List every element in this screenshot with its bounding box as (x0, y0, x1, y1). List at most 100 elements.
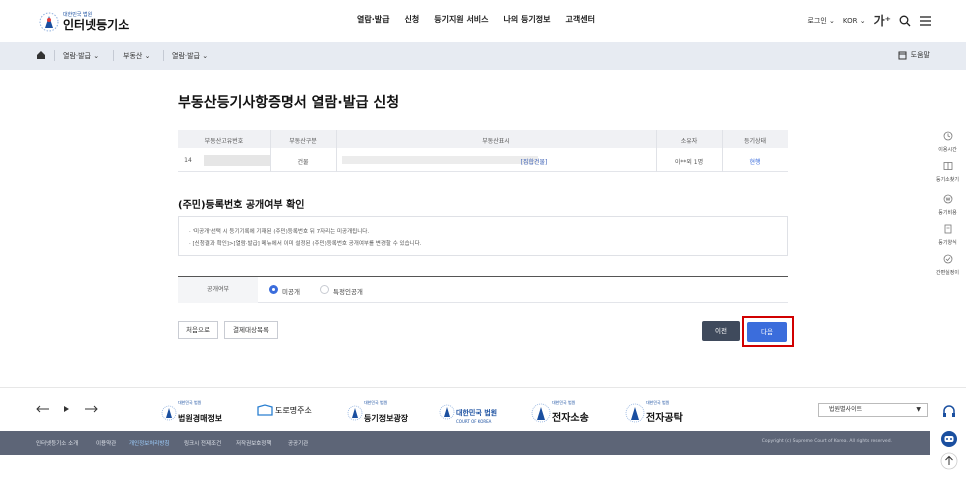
quick-item-cost[interactable]: 등기비용 (929, 189, 966, 216)
arrow-left-icon[interactable] (36, 405, 50, 413)
court-emblem-icon (439, 404, 455, 420)
quick-item-hours[interactable]: 이용시간 (929, 126, 966, 153)
court-emblem-icon (625, 403, 645, 422)
next-button-highlight: 다음 (742, 316, 794, 347)
registration-status: 현행 (749, 159, 761, 166)
divider (722, 130, 723, 172)
court-emblem-icon (39, 12, 59, 32)
site-logo[interactable]: 대한민국 법원 인터넷등기소 (38, 10, 129, 34)
footer-link-about[interactable]: 인터넷등기소 소개 (36, 439, 78, 447)
chatbot-icon[interactable] (940, 430, 958, 448)
quick-item-forms[interactable]: 등기양식 (929, 219, 966, 246)
arrow-right-icon[interactable] (84, 405, 98, 413)
property-type: 건물 (297, 159, 309, 166)
won-icon (943, 194, 952, 204)
quick-item-find-office[interactable]: 등기소찾기 (929, 156, 966, 183)
breadcrumb-item-view-issue-current[interactable]: 열람·발급 ⌄ (172, 51, 208, 61)
nav-apply[interactable]: 신청 (404, 14, 419, 25)
caret-down-icon: ▼ (916, 406, 921, 413)
col-header: 부동산표시 (482, 138, 510, 145)
masked-address (342, 156, 538, 164)
breadcrumb-item-realestate[interactable]: 부동산 ⌄ (123, 51, 150, 61)
scroll-top-icon[interactable] (940, 452, 958, 470)
radio-private[interactable] (269, 285, 278, 294)
chevron-down-icon: ⌄ (93, 52, 100, 60)
footer-link-link-policy[interactable]: 링크시 전제조건 (184, 439, 221, 447)
property-owner: 이**외 1명 (674, 159, 704, 166)
main-nav: 열람·발급 신청 등기지원 서비스 나의 등기정보 고객센터 (357, 14, 610, 25)
chevron-down-icon: ⌄ (202, 52, 209, 60)
footer-link-privacy[interactable]: 개인정보처리방침 (129, 439, 169, 447)
link-court-auction[interactable]: 대한민국 법원 법원경매정보 (160, 400, 222, 425)
divider (336, 130, 337, 172)
divider (270, 130, 271, 172)
language-select[interactable]: KOR ⌄ (843, 17, 866, 25)
road-address-logo-icon (257, 404, 273, 416)
radio-specific-public-label[interactable]: 특정인공개 (333, 286, 363, 296)
login-menu[interactable]: 로그인 ⌄ (807, 16, 834, 26)
disclosure-option-row: 공개여부 미공개 특정인공개 (178, 277, 788, 303)
divider (54, 50, 55, 61)
breadcrumb-item-view-issue[interactable]: 열람·발급 ⌄ (63, 51, 99, 61)
breadcrumb: 열람·발급 ⌄ 부동산 ⌄ 열람·발급 ⌄ 도움말 (0, 42, 966, 70)
col-header: 소유자 (680, 138, 698, 145)
book-icon (898, 51, 907, 59)
document-icon (944, 224, 951, 234)
page-title: 부동산등기사항증명서 열람·발급 신청 (178, 95, 400, 111)
nav-support[interactable]: 등기지원 서비스 (434, 14, 488, 25)
nav-my-info[interactable]: 나의 등기정보 (504, 14, 551, 25)
chevron-down-icon: ⌄ (859, 16, 866, 25)
link-e-litigation[interactable]: 대한민국 법원 전자소송 (530, 400, 589, 425)
first-button[interactable]: 처음으로 (178, 321, 218, 339)
menu-icon[interactable] (919, 15, 932, 27)
headset-icon[interactable] (941, 404, 957, 420)
court-emblem-icon (347, 405, 363, 420)
divider (656, 130, 657, 172)
footer-link-public-orgs[interactable]: 공공기관 (288, 439, 308, 447)
nav-view-issue[interactable]: 열람·발급 (357, 14, 389, 25)
logo-title: 인터넷등기소 (63, 18, 130, 32)
search-icon[interactable] (899, 15, 911, 27)
radio-specific-public[interactable] (320, 285, 329, 294)
property-address: [집합건물] (520, 159, 548, 166)
font-size-button[interactable]: 가⁺ (874, 12, 891, 29)
utility-menu: 로그인 ⌄ KOR ⌄ 가⁺ (807, 12, 932, 29)
clock-icon (943, 131, 952, 141)
notice-line: · [신청결과 확인]>[열람·발급] 메뉴에서 이미 설정된 (주민)등록번호… (189, 241, 422, 247)
book-icon (943, 162, 952, 170)
link-registry-data[interactable]: 대한민국 법원 등기정보광장 (346, 400, 408, 425)
link-supreme-court[interactable]: 대한민국 법원 COURT OF KOREA (438, 400, 497, 424)
payment-list-button[interactable]: 결제대상목록 (224, 321, 278, 339)
footer-link-copyright[interactable]: 저작권보호정책 (236, 439, 271, 447)
quick-item-settings[interactable]: 간편실정이 (929, 249, 966, 276)
home-icon[interactable] (36, 50, 46, 60)
next-button[interactable]: 다음 (747, 322, 787, 342)
link-e-deposit[interactable]: 대한민국 법원 전자공탁 (624, 400, 683, 425)
help-button[interactable]: 도움말 (898, 50, 930, 60)
footer-bar: 인터넷등기소 소개 이용약관 개인정보처리방침 링크시 전제조건 저작권보호정책… (0, 431, 930, 455)
nav-customer-center[interactable]: 고객센터 (565, 14, 594, 25)
property-id: 14 (184, 157, 192, 164)
court-emblem-icon (161, 405, 177, 420)
court-emblem-icon (531, 403, 551, 422)
radio-private-label[interactable]: 미공개 (282, 286, 300, 296)
chevron-down-icon: ⌄ (144, 52, 151, 60)
section-title: (주민)등록번호 공개여부 확인 (178, 200, 305, 211)
notice-box: · '미공개'선택 시 등기기록에 기재된 (주민)등록번호 뒤 7자리는 미공… (178, 216, 788, 256)
check-circle-icon (943, 254, 952, 264)
court-site-select[interactable]: 법원별사이트 ▼ (818, 403, 928, 417)
play-icon[interactable] (63, 405, 70, 413)
col-header: 등기상태 (743, 138, 767, 145)
prev-button[interactable]: 이전 (702, 321, 740, 341)
divider (163, 50, 164, 61)
footer-link-terms[interactable]: 이용약관 (96, 439, 116, 447)
col-header: 부동산구분 (289, 138, 317, 145)
masked-value (204, 155, 270, 166)
notice-line: · '미공개'선택 시 등기기록에 기재된 (주민)등록번호 뒤 7자리는 미공… (189, 229, 370, 235)
copyright-text: Copyright (c) Supreme Court of Korea. Al… (761, 439, 892, 444)
chevron-down-icon: ⌄ (829, 16, 835, 25)
col-header: 부동산고유번호 (204, 138, 244, 145)
link-road-address[interactable]: 도로명주소 (257, 404, 312, 416)
divider (113, 50, 114, 61)
site-header: 대한민국 법원 인터넷등기소 열람·발급 신청 등기지원 서비스 나의 등기정보… (0, 0, 966, 42)
